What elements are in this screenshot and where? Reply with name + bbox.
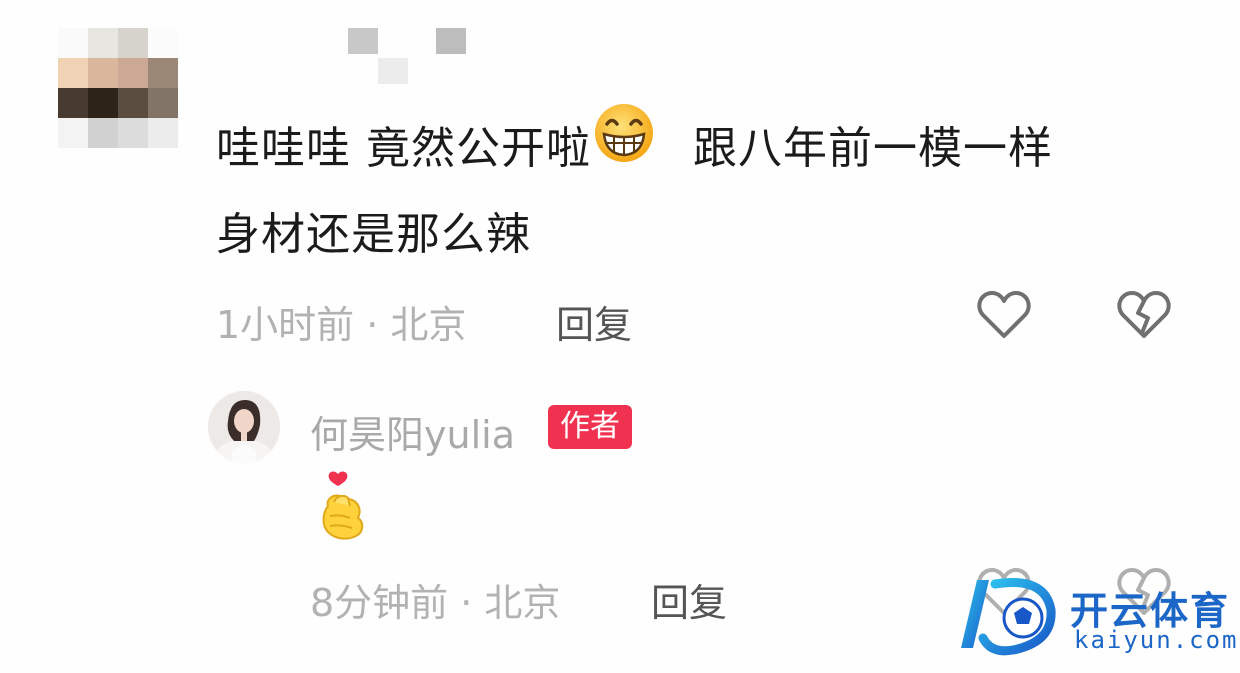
grinning-face-icon xyxy=(593,102,655,193)
comment-reply-button[interactable]: 回复 xyxy=(556,294,632,349)
watermark-brand-en: kaiyun.com xyxy=(1074,626,1239,654)
comment-line-1: 哇哇哇 竟然公开啦 跟八年前一模一样 xyxy=(216,103,1206,192)
commenter-name-redacted[interactable] xyxy=(348,28,468,88)
dislike-broken-heart-icon[interactable] xyxy=(1116,289,1172,341)
commenter-avatar[interactable] xyxy=(58,28,178,148)
reply-reply-button[interactable]: 回复 xyxy=(651,572,727,627)
author-name[interactable]: 何昊阳yulia xyxy=(310,404,515,459)
comment-text: 哇哇哇 竟然公开啦 跟八年前一模一样 身材还是那么辣 xyxy=(216,103,1206,278)
author-avatar[interactable] xyxy=(208,391,280,463)
like-heart-icon[interactable] xyxy=(976,289,1032,341)
comment-line-1-part-1: 哇哇哇 竟然公开啦 xyxy=(216,123,591,174)
finger-heart-icon xyxy=(318,470,370,542)
reply-timestamp-location: 8分钟前 · 北京 xyxy=(310,581,561,625)
comment-line-2: 身材还是那么辣 xyxy=(216,209,531,260)
comment-line-1-part-2: 跟八年前一模一样 xyxy=(693,123,1053,174)
comment-timestamp-location: 1小时前 · 北京 xyxy=(216,303,467,347)
author-badge: 作者 xyxy=(548,405,632,449)
